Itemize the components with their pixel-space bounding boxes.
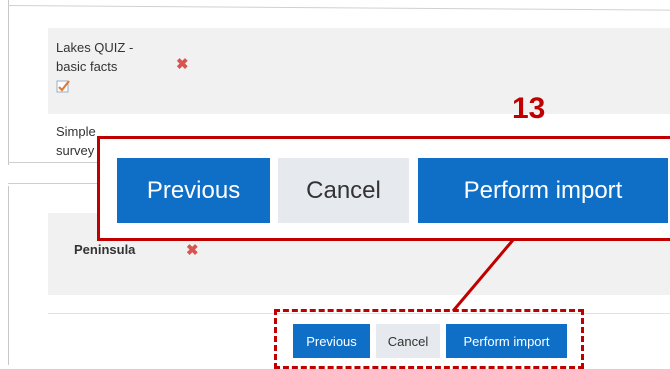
perform-import-button-zoomed[interactable]: Perform import [418,158,668,223]
cancel-button-zoomed[interactable]: Cancel [278,158,409,223]
previous-button-zoomed[interactable]: Previous [117,158,270,223]
step-number-label: 13 [512,92,546,125]
